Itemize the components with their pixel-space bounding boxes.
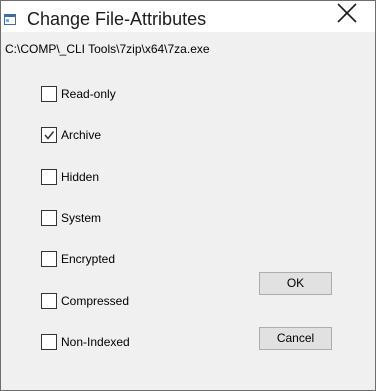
ok-button[interactable]: OK bbox=[259, 272, 332, 295]
checkbox-label: Hidden bbox=[61, 169, 100, 184]
checkbox-hidden[interactable]: Hidden bbox=[41, 169, 99, 185]
checkbox-compressed[interactable]: Compressed bbox=[41, 293, 129, 309]
checkbox-label: Archive bbox=[61, 127, 102, 142]
checkbox-read-only[interactable]: Read-only bbox=[41, 86, 116, 102]
window-title: Change File-Attributes bbox=[27, 9, 207, 29]
checkbox-label: Read-only bbox=[61, 86, 116, 101]
close-button[interactable] bbox=[324, 1, 370, 27]
cancel-button[interactable]: Cancel bbox=[259, 327, 332, 350]
checkbox-system[interactable]: System bbox=[41, 210, 101, 226]
checkbox-box[interactable] bbox=[41, 127, 57, 143]
checkbox-box[interactable] bbox=[41, 293, 57, 309]
title-bar[interactable]: Change File-Attributes bbox=[1, 1, 375, 32]
checkbox-archive[interactable]: Archive bbox=[41, 127, 101, 143]
checkbox-label: System bbox=[61, 210, 102, 225]
check-icon bbox=[44, 131, 55, 140]
checkbox-box[interactable] bbox=[41, 169, 57, 185]
checkbox-encrypted[interactable]: Encrypted bbox=[41, 251, 115, 267]
checkbox-label: Non-Indexed bbox=[61, 334, 130, 349]
checkbox-label: Compressed bbox=[61, 293, 130, 308]
checkbox-box[interactable] bbox=[41, 86, 57, 102]
checkbox-box[interactable] bbox=[41, 251, 57, 267]
close-icon bbox=[337, 3, 357, 23]
checkbox-box[interactable] bbox=[41, 210, 57, 226]
checkbox-label: Encrypted bbox=[61, 251, 116, 266]
checkbox-non-indexed[interactable]: Non-Indexed bbox=[41, 334, 130, 350]
dialog-window: Change File-Attributes C:\COMP\_CLI Tool… bbox=[0, 0, 376, 391]
checkbox-box[interactable] bbox=[41, 334, 57, 350]
window-app-icon bbox=[4, 12, 16, 25]
file-path-label: C:\COMP\_CLI Tools\7zip\x64\7za.exe bbox=[5, 42, 210, 56]
